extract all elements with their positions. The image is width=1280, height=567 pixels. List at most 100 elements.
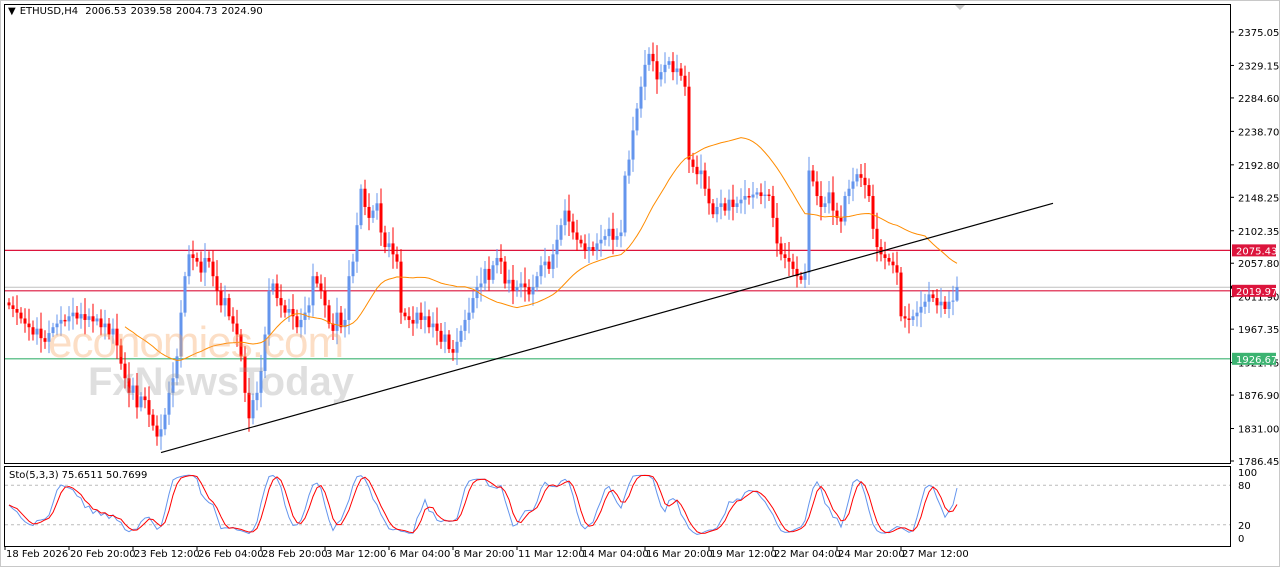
time-tick-label: 11 Mar 12:00 [518,549,585,560]
chart-canvas[interactable]: 2375.05 2329.15 2284.60 2238.70 2192.80 2148.… [0,0,1280,567]
candle-body [735,203,739,207]
stochastic-main-value: 75.6511 [61,470,103,481]
candle-body [591,247,595,251]
candle-body [471,298,475,313]
candle-body [663,64,667,73]
candle-body [687,86,691,160]
candle-body [431,323,435,328]
dropdown-triangle-icon[interactable]: ▼ [8,6,16,17]
candle-body [931,294,935,299]
candle-body [743,196,747,200]
time-tick-label: 18 Feb 2026 [6,549,68,560]
candle-body [619,232,623,237]
candle-body [191,254,195,258]
candle-body [555,239,559,255]
stochastic-frame [4,466,1231,547]
candle-body [767,194,771,197]
candle-body [395,254,399,262]
time-tick-label: 28 Feb 20:00 [262,549,328,560]
stochastic-main-line [8,474,958,535]
candle-body [747,196,751,198]
candle-body [903,316,907,319]
candle-body [7,302,11,306]
candle-body [207,257,211,262]
candle-body [495,257,499,266]
candle-body [415,312,419,324]
candle-body [519,283,523,288]
candle-body [503,261,507,284]
price-tick-label: 2102.35 [1238,227,1279,238]
candle-body [691,159,695,167]
candle-body [359,188,363,226]
candle-body [615,236,619,240]
candle-body [723,203,727,211]
candle-body [667,61,671,65]
candle-body [451,349,455,353]
candle-body [307,305,311,313]
candle-body [883,254,887,258]
candle-body [815,181,819,197]
time-tick-label: 24 Mar 20:00 [838,549,905,560]
candle-body [807,170,811,273]
candle-body [739,199,743,204]
time-tick-label: 16 Mar 20:00 [646,549,713,560]
candle-body [15,308,19,313]
candle-body [579,239,583,244]
candle-body [275,283,279,299]
candle-body [499,257,503,262]
price-tick-label: 2238.70 [1238,127,1279,138]
price-tick-label: 2057.80 [1238,259,1279,270]
candle-body [527,287,531,295]
time-tick-label: 23 Feb 12:00 [134,549,200,560]
stochastic-axis-label: 20 [1238,521,1251,532]
candle-body [843,196,847,222]
candle-body [311,276,315,306]
candle-body [279,298,283,306]
candle-body [827,192,831,204]
candle-body [547,261,551,269]
candle-body [427,316,431,328]
candle-body [731,199,735,207]
candle-body [407,316,411,320]
chart-header: ▼ ETHUSD,H4 2006.53 2039.58 2004.73 2024.90 [8,6,267,17]
candle-body [587,247,591,251]
candle-body [287,308,291,313]
candle-body [159,429,163,437]
candle-body [907,318,911,320]
candle-body [223,298,227,306]
candle-body [875,228,879,248]
stochastic-signal-value: 50.7699 [106,470,148,481]
candle-body [651,53,655,62]
candle-body [351,261,355,277]
candle-body [535,276,539,288]
candle-body [315,276,319,284]
time-tick-label: 20 Feb 20:00 [70,549,136,560]
candle-body [551,254,555,269]
candle-body [607,228,611,237]
candle-body [391,243,395,255]
candle-body [43,338,47,342]
candle-body [435,323,439,331]
candle-body [423,316,427,320]
candle-body [635,108,639,131]
candle-body [599,239,603,244]
candle-body [187,254,191,277]
ohlc-open: 2006.53 [85,6,127,17]
candle-body [811,170,815,182]
candle-body [851,181,855,189]
candle-body [559,225,563,240]
candle-body [719,203,723,207]
candle-body [755,192,759,195]
price-tick-label: 1967.35 [1238,325,1279,336]
candle-body [283,305,287,313]
candle-body [647,53,651,65]
price-tick-label: 2148.25 [1238,193,1279,204]
candle-body [151,414,155,426]
candle-body [383,232,387,248]
candle-body [19,312,23,319]
candle-body [195,257,199,262]
stochastic-axis-label: 100 [1238,468,1257,479]
symbol-label: ETHUSD,H4 [19,6,79,17]
candle-body [379,203,383,233]
candle-body [583,243,587,251]
